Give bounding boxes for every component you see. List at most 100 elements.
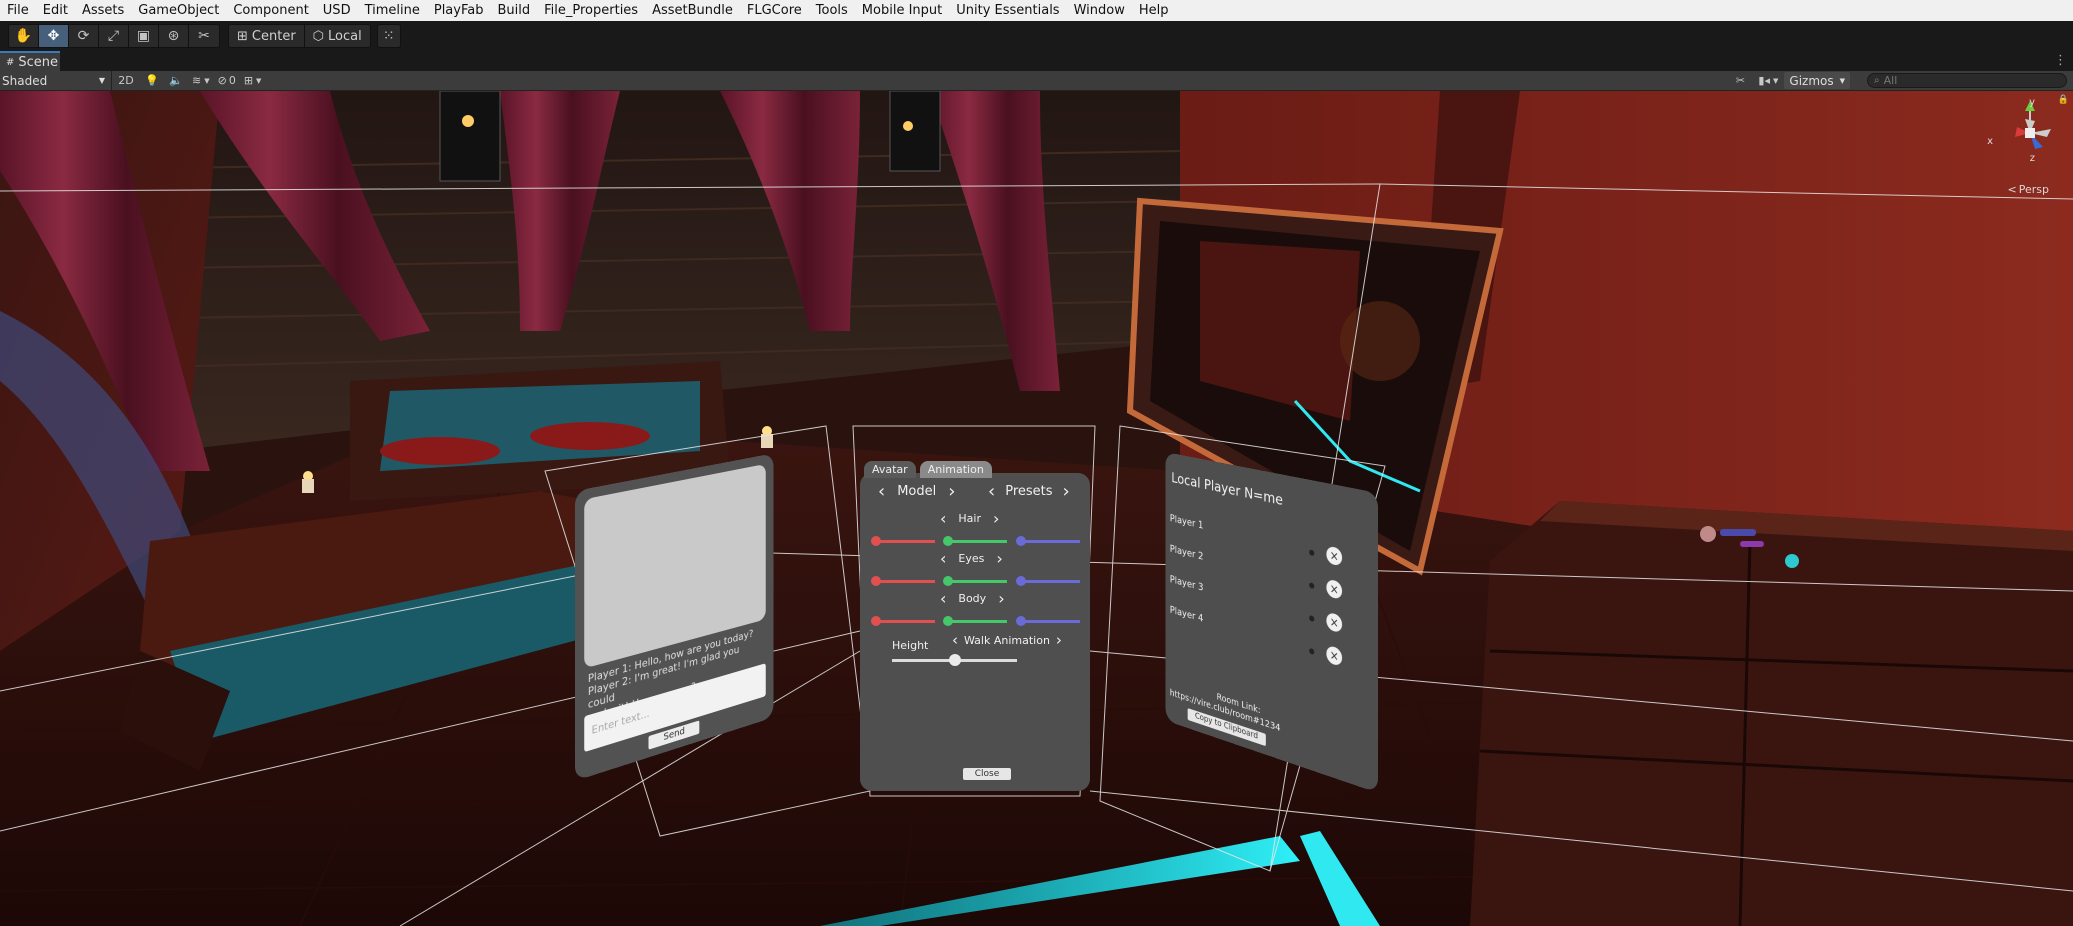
menu-gameobject[interactable]: GameObject [131, 0, 226, 21]
audio-toggle[interactable]: 🔈 [164, 71, 188, 90]
custom-tool-button[interactable]: ✂ [189, 25, 219, 47]
scene-viewport[interactable]: Player 1: Hello, how are you today? Playe… [0, 91, 2073, 926]
rect-tool-button[interactable]: ▣ [129, 25, 159, 47]
height-slider[interactable] [892, 654, 1017, 666]
eyes-prev-chevron-icon[interactable]: ‹ [940, 549, 946, 568]
hair-red-slider[interactable] [871, 536, 935, 546]
eyes-next-chevron-icon[interactable]: › [996, 549, 1002, 568]
tab-options-menu[interactable]: ⋮ [2054, 53, 2067, 68]
search-input[interactable] [1883, 74, 2054, 87]
lighting-toggle[interactable]: 💡 [140, 71, 164, 90]
grid-snap-button[interactable]: ⁙ [376, 24, 401, 48]
eyes-blue-slider[interactable] [1016, 576, 1080, 586]
avatar-tab-bar: Avatar Animation [864, 461, 992, 478]
projection-toggle[interactable]: < Persp [2008, 183, 2049, 196]
tab-scene[interactable]: # Scene [0, 51, 60, 71]
slider-handle[interactable] [1016, 576, 1026, 586]
model-label: Model [897, 484, 937, 499]
menu-component[interactable]: Component [226, 0, 315, 21]
eyes-green-slider[interactable] [943, 576, 1007, 586]
shading-mode-dropdown[interactable]: Shaded ▼ [0, 71, 112, 90]
effects-toggle[interactable]: ≋ ▼ [188, 71, 214, 90]
presets-prev-chevron-icon[interactable]: ‹ [988, 481, 995, 502]
slider-handle[interactable] [871, 536, 881, 546]
menu-mobile-input[interactable]: Mobile Input [855, 0, 949, 21]
hair-blue-slider[interactable] [1016, 536, 1080, 546]
pivot-icon: ⊞ [237, 28, 248, 44]
kick-player-button[interactable]: × [1326, 578, 1343, 601]
body-blue-slider[interactable] [1016, 616, 1080, 626]
menu-help[interactable]: Help [1132, 0, 1176, 21]
menu-file-properties[interactable]: File_Properties [537, 0, 645, 21]
presets-next-chevron-icon[interactable]: › [1063, 481, 1070, 502]
slider-handle[interactable] [871, 576, 881, 586]
tools-toggle[interactable]: ✂ [1728, 71, 1752, 90]
menu-unity-essentials[interactable]: Unity Essentials [949, 0, 1066, 21]
pivot-center-button[interactable]: ⊞ Center [229, 25, 305, 47]
tab-avatar[interactable]: Avatar [864, 461, 916, 478]
gizmos-label: Gizmos [1789, 73, 1834, 88]
menu-usd[interactable]: USD [316, 0, 358, 21]
menu-window[interactable]: Window [1067, 0, 1132, 21]
transform-tool-button[interactable]: ⊛ [159, 25, 189, 47]
hair-green-slider[interactable] [943, 536, 1007, 546]
grid-toggle[interactable]: ⊞ ▼ [240, 71, 266, 90]
scene-grid-icon: # [6, 56, 15, 68]
layers-icon: ≋ [192, 74, 202, 87]
wrench-icon: ✂ [198, 28, 210, 44]
menu-flgcore[interactable]: FLGCore [740, 0, 809, 21]
mute-toggle-icon[interactable] [1309, 614, 1315, 623]
gizmo-lock-icon[interactable]: 🔒 [2058, 95, 2069, 105]
mute-toggle-icon[interactable] [1309, 582, 1315, 590]
hair-prev-chevron-icon[interactable]: ‹ [940, 509, 946, 528]
walk-next-chevron-icon[interactable]: › [1056, 631, 1062, 649]
kick-player-button[interactable]: × [1326, 545, 1343, 567]
eyes-red-slider[interactable] [871, 576, 935, 586]
walk-prev-chevron-icon[interactable]: ‹ [952, 631, 958, 649]
menu-build[interactable]: Build [490, 0, 537, 21]
mute-toggle-icon[interactable] [1309, 647, 1315, 656]
scene-search[interactable]: ⌕ [1867, 73, 2067, 88]
body-green-slider[interactable] [943, 616, 1007, 626]
height-slider-handle[interactable] [948, 654, 961, 666]
model-next-chevron-icon[interactable]: › [948, 481, 955, 502]
slider-handle[interactable] [943, 576, 953, 586]
hidden-objects-toggle[interactable]: ⊘ 0 [214, 71, 240, 90]
slider-handle[interactable] [943, 616, 953, 626]
menu-assets[interactable]: Assets [75, 0, 131, 21]
hair-next-chevron-icon[interactable]: › [993, 509, 999, 528]
close-button[interactable]: Close [963, 768, 1011, 780]
move-tool-button[interactable]: ✥ [39, 25, 69, 47]
slider-handle[interactable] [871, 616, 881, 626]
toggle-2d-button[interactable]: 2D [112, 71, 140, 90]
menu-assetbundle[interactable]: AssetBundle [645, 0, 740, 21]
menu-timeline[interactable]: Timeline [358, 0, 427, 21]
body-next-chevron-icon[interactable]: › [998, 589, 1004, 608]
camera-icon: ▮◂ [1758, 74, 1770, 87]
slider-handle[interactable] [1016, 536, 1026, 546]
model-prev-chevron-icon[interactable]: ‹ [878, 481, 885, 502]
body-red-slider[interactable] [871, 616, 935, 626]
rotate-icon: ⟳ [77, 28, 90, 44]
menu-file[interactable]: File [0, 0, 36, 21]
kick-player-button[interactable]: × [1326, 611, 1343, 634]
pivot-space-button[interactable]: ⬡ Local [305, 25, 370, 47]
tab-bar: # Scene ⋮ [0, 51, 2073, 72]
mute-toggle-icon[interactable] [1309, 549, 1315, 557]
menu-playfab[interactable]: PlayFab [427, 0, 491, 21]
send-label: Send [663, 725, 685, 744]
rotate-tool-button[interactable]: ⟳ [69, 25, 99, 47]
close-label: Close [974, 769, 1000, 779]
slider-handle[interactable] [1016, 616, 1026, 626]
slider-handle[interactable] [943, 536, 953, 546]
hand-tool-button[interactable]: ✋ [9, 25, 39, 47]
menu-edit[interactable]: Edit [36, 0, 75, 21]
kick-player-button[interactable]: × [1326, 644, 1343, 667]
camera-settings[interactable]: ▮◂ ▼ [1754, 71, 1782, 90]
menu-tools[interactable]: Tools [809, 0, 855, 21]
scale-tool-button[interactable]: ⤢ [99, 25, 129, 47]
tab-animation[interactable]: Animation [919, 461, 992, 478]
menu-bar: File Edit Assets GameObject Component USD Time… [0, 0, 2073, 22]
gizmos-dropdown[interactable]: Gizmos ▼ [1784, 72, 1850, 89]
body-prev-chevron-icon[interactable]: ‹ [940, 589, 946, 608]
